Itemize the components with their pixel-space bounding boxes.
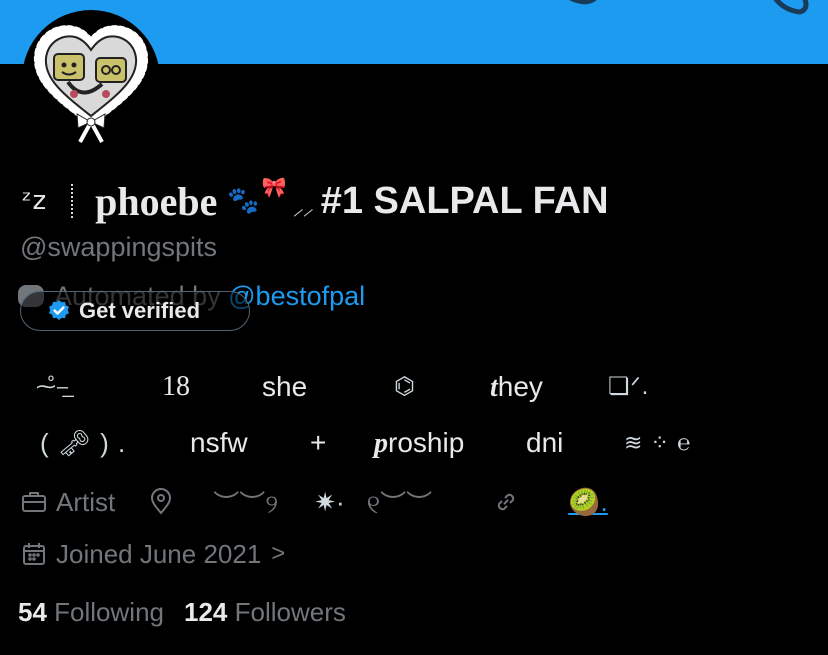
fan-tag: #1 SALPAL FAN [320,179,609,222]
bio-deco-right: ❏ᐟ. [608,373,650,400]
get-verified-button[interactable]: Get verified [20,291,250,331]
following-link[interactable]: 54 Following [18,597,164,628]
chevron-right-icon: > [271,540,286,567]
profile-name-row: ᶻz phoebe 🐾 🎀 ⸝⸝ #1 SALPAL FAN [22,175,609,226]
bio-proship-rest: roship [388,427,465,458]
bio-deco-end: ≋ ⁘ ℮ [624,430,692,455]
calendar-icon [23,543,45,565]
name-prefix: ᶻz [22,186,48,216]
profile-handle: @swappingspits [20,232,218,262]
location-text-2: ୧︶︶ [366,488,433,519]
get-verified-label: Get verified [79,298,201,323]
followers-link[interactable]: 124 Followers [184,597,346,628]
bio-line-1: ⁓̊–̲ 18 she ⌬ they ❏ᐟ. [0,362,828,412]
briefcase-icon [22,492,46,512]
avatar-image [33,25,149,143]
joined-date-row[interactable]: Joined June 2021 > [20,534,285,574]
profile-avatar[interactable] [22,10,160,148]
display-name: phoebe [95,178,218,224]
profile-meta-row: Artist ︶︶୨ ✷· ୧︶︶ 🥝. [20,482,608,522]
dotted-divider [71,184,74,218]
bio-nsfw: nsfw [190,427,248,458]
bone-icon: ⌬ [394,373,416,400]
follow-stats: 54 Following 124 Followers [18,592,346,632]
verified-badge-icon [49,300,69,320]
bio-pronoun-she: she [262,371,308,402]
profile-website-link[interactable]: 🥝. [568,487,608,518]
bio-dni: dni [526,427,564,458]
bio-proship: proship [374,427,465,459]
bio-deco-left: ⁓̊–̲ [36,376,70,398]
followers-count: 124 [183,596,228,627]
bow-icon: 🎀 [261,175,287,199]
link-icon [498,493,515,511]
following-count: 54 [18,596,47,627]
bio-age: 18 [162,371,190,402]
location-text: ︶︶୨ [213,488,279,519]
joined-text: Joined June 2021 [56,538,262,569]
bio-pronoun-they: they [490,371,543,403]
bio-plus: + [310,427,327,458]
sparkle-deco: ✷· [314,486,345,517]
followers-label: Followers [234,596,346,627]
bio-line-2: ( 🗝 ) . nsfw + proship dni ≋ ⁘ ℮ [0,418,828,468]
paw-icon: 🐾 [227,186,260,216]
location-pin-icon [151,488,172,515]
following-label: Following [54,596,164,627]
bio-pronoun-they-rest: hey [497,371,543,402]
key-icon: ( 🗝 ) . [40,428,127,458]
name-slashes: ⸝⸝ [292,195,313,220]
profession-label: Artist [56,486,116,517]
